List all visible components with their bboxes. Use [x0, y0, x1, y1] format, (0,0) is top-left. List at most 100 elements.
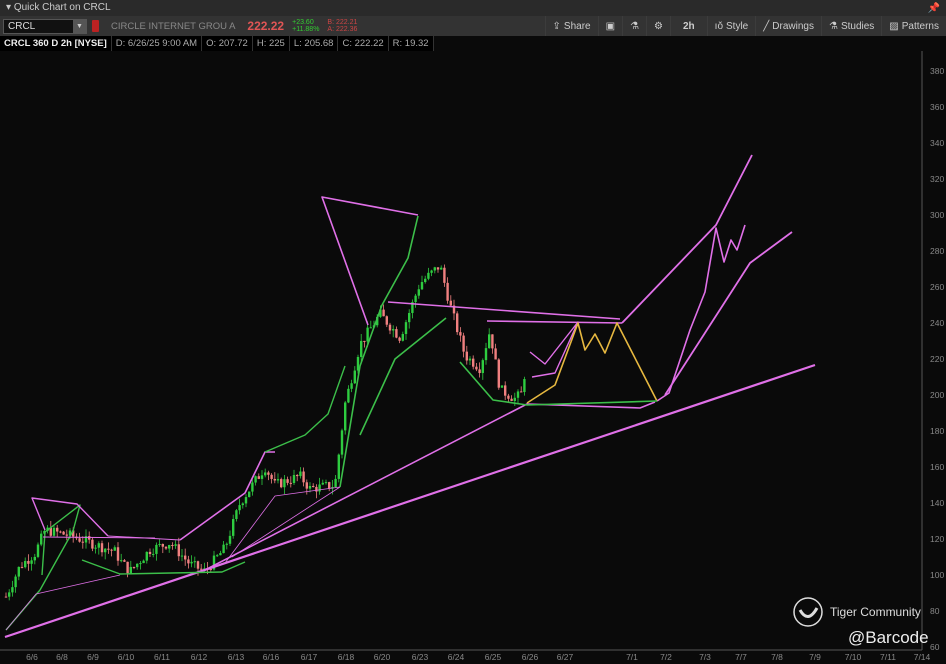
watermark-brand: Tiger Community — [830, 605, 921, 619]
candle-body — [462, 335, 465, 352]
candle-body — [395, 329, 398, 338]
small-wedge — [529, 321, 579, 378]
trendline-2 — [204, 401, 656, 571]
candle-body — [254, 476, 257, 483]
candle-body — [491, 334, 494, 349]
x-tick-label: 6/9 — [87, 652, 99, 662]
candle-body — [168, 545, 171, 549]
x-tick-label: 6/24 — [448, 652, 465, 662]
candle-body — [424, 278, 427, 283]
candle-body — [123, 560, 126, 562]
candle-body — [494, 348, 497, 360]
y-tick-label: 120 — [930, 534, 944, 544]
x-tick-label: 6/8 — [56, 652, 68, 662]
x-tick-label: 6/17 — [301, 652, 318, 662]
candle-body — [244, 497, 248, 504]
candle-body — [40, 533, 43, 545]
support-trendline — [4, 363, 816, 639]
thin-trend-1 — [5, 574, 121, 631]
candle-body — [139, 563, 142, 565]
candle-body — [100, 543, 104, 553]
candle-body — [324, 482, 328, 484]
candle-body — [94, 547, 97, 549]
y-tick-label: 320 — [930, 174, 944, 184]
candle-body — [360, 340, 363, 357]
x-tick-label: 7/8 — [771, 652, 783, 662]
candle-body — [481, 360, 484, 374]
candle-body — [347, 388, 350, 403]
candle-body — [65, 534, 68, 536]
candle-body — [232, 518, 235, 536]
candle-body — [174, 544, 177, 546]
candle-body — [392, 329, 395, 331]
candle-body — [56, 527, 59, 532]
candle-body — [510, 398, 513, 401]
x-tick-label: 6/6 — [26, 652, 38, 662]
candle-body — [398, 337, 401, 341]
candle-body — [62, 531, 65, 535]
candle-body — [420, 282, 424, 290]
candle-body — [484, 348, 488, 361]
candle-body — [132, 566, 136, 568]
candle-body — [219, 553, 222, 556]
candle-body — [104, 548, 107, 553]
tiger-logo-icon — [793, 597, 823, 627]
x-tick-label: 6/27 — [557, 652, 574, 662]
x-tick-label: 6/10 — [118, 652, 135, 662]
x-tick-label: 7/7 — [735, 652, 747, 662]
y-tick-label: 100 — [930, 570, 944, 580]
watermark: Tiger Community — [792, 596, 921, 628]
price-chart[interactable]: 380 360 340 320 300 280 260 240 220 200 180 160 140 1… — [0, 0, 946, 664]
candle-body — [152, 553, 155, 555]
candle-body — [500, 385, 504, 388]
candle-body — [468, 358, 472, 361]
candle-body — [91, 539, 94, 549]
y-tick-label: 340 — [930, 138, 944, 148]
candle-body — [161, 544, 164, 547]
candle-body — [353, 370, 356, 384]
candle-body — [456, 313, 459, 333]
candle-body — [299, 471, 302, 477]
candle-body — [116, 547, 120, 561]
x-tick-label: 6/26 — [522, 652, 539, 662]
candle-body — [497, 359, 500, 388]
candle-body — [337, 454, 340, 479]
candle-body — [459, 332, 462, 336]
candle-body — [136, 563, 139, 568]
candle-body — [520, 391, 523, 393]
candle-body — [216, 555, 219, 557]
candle-body — [305, 482, 308, 489]
candle-body — [251, 482, 254, 492]
x-tick-label: 6/23 — [412, 652, 429, 662]
thin-trend-3 — [231, 486, 341, 558]
projection-zigzag — [656, 224, 746, 402]
candle-body — [171, 545, 174, 547]
candle-body — [283, 479, 286, 488]
candle-body — [363, 340, 366, 342]
candle-body — [302, 471, 305, 483]
candle-body — [107, 548, 110, 550]
rally-line — [179, 451, 275, 541]
candle-body — [120, 560, 123, 562]
candle-body — [286, 479, 289, 483]
y-tick-label: 220 — [930, 354, 944, 364]
candle-body — [14, 576, 17, 588]
candle-body — [334, 478, 337, 488]
y-tick-label: 280 — [930, 246, 944, 256]
y-tick-label: 160 — [930, 462, 944, 472]
candle-body — [385, 316, 388, 325]
candle-body — [443, 267, 446, 283]
candle-body — [257, 476, 260, 479]
candle-body — [296, 475, 299, 477]
breakout-line — [621, 154, 753, 324]
y-tick-label: 80 — [930, 606, 940, 616]
candle-body — [523, 379, 526, 393]
x-tick-label: 7/14 — [914, 652, 931, 662]
candle-body — [513, 397, 516, 401]
y-tick-label: 180 — [930, 426, 944, 436]
y-tick-label: 60 — [930, 642, 940, 652]
candle-body — [129, 566, 132, 574]
x-tick-label: 6/25 — [485, 652, 502, 662]
candle-body — [280, 479, 283, 488]
candle-body — [276, 479, 280, 481]
